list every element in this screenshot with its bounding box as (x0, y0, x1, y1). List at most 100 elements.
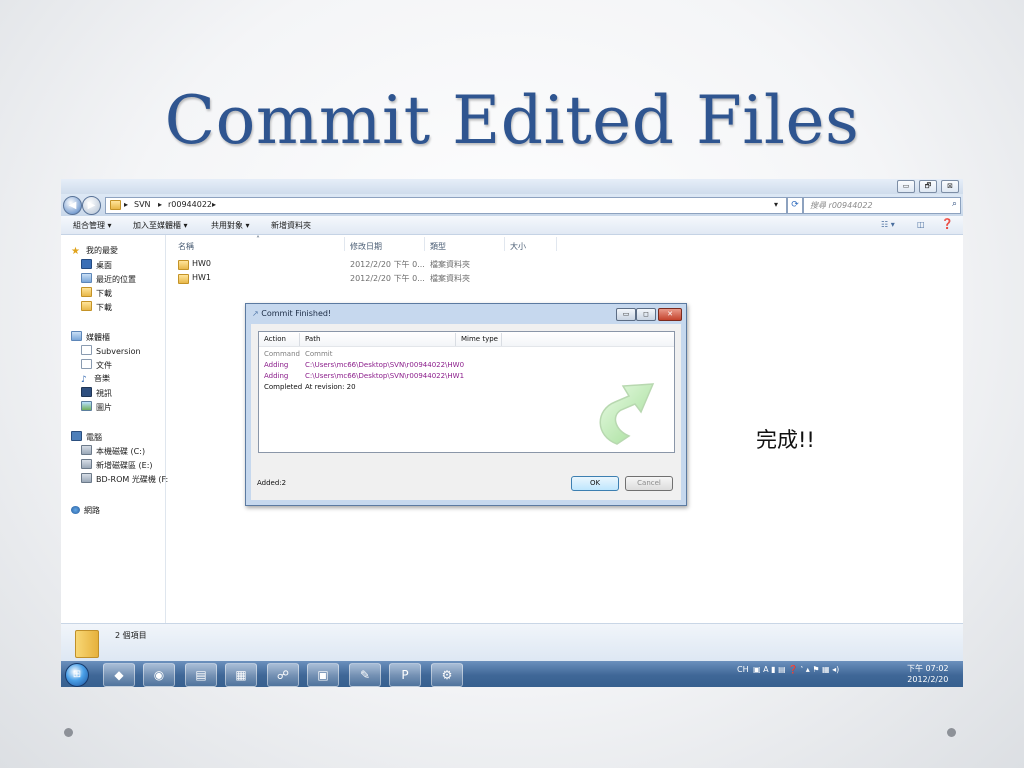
breadcrumb-svn[interactable]: SVN (134, 200, 151, 209)
details-pane: 2 個項目 (61, 623, 963, 662)
nav-item-recent[interactable]: 最近的位置 (81, 273, 136, 285)
nav-computer[interactable]: 電腦 (71, 431, 102, 443)
explorer-icon[interactable]: ▤ (185, 663, 217, 687)
file-name: HW1 (192, 273, 212, 282)
refresh-button[interactable]: ⟳ (787, 197, 803, 214)
column-header-action[interactable]: Action (264, 335, 286, 343)
network-tool-icon[interactable]: ⚙ (431, 663, 463, 687)
column-header-size[interactable]: 大小 (510, 241, 526, 252)
commit-results-table[interactable]: Action Path Mime type Command Commit Add… (258, 331, 675, 453)
nav-item-videos[interactable]: 視訊 (81, 387, 112, 399)
breadcrumb-r00944022[interactable]: r00944022 (168, 200, 212, 209)
breadcrumb-separator: ▸ (212, 200, 217, 209)
start-button[interactable]: ⊞ (65, 663, 89, 687)
column-divider (299, 333, 300, 346)
input-language-indicator[interactable]: CH (737, 665, 749, 674)
folder-icon (110, 200, 125, 211)
powerpoint-icon[interactable]: P (389, 663, 421, 687)
added-count: Added:2 (257, 479, 287, 487)
nav-item-downloads[interactable]: 下載 (81, 287, 112, 299)
action-cell: Command (264, 350, 300, 358)
music-icon: ♪ (81, 375, 87, 385)
nav-item-subversion[interactable]: Subversion (81, 345, 141, 356)
dialog-close-button[interactable]: ✕ (658, 308, 682, 321)
bullet-dot (64, 728, 73, 737)
dialog-maximize-button[interactable]: ◻ (636, 308, 656, 321)
tray-icons[interactable]: ▣ A ▮ ▤ ❓ ‛ ▴ ⚑ ▦ ◂) (753, 665, 839, 674)
view-options-icon[interactable]: ☷ ▾ (881, 220, 895, 229)
search-icon[interactable]: ⌕ (952, 199, 957, 209)
nav-item-desktop[interactable]: 桌面 (81, 259, 112, 271)
nav-item-documents[interactable]: 文件 (81, 359, 112, 371)
nav-item-drive-f[interactable]: BD-ROM 光碟機 (F: (81, 473, 168, 485)
file-row[interactable]: HW0 2012/2/20 下午 0... 檔案資料夾 (166, 258, 566, 271)
table-row: Completed At revision: 20 (259, 382, 559, 393)
close-button[interactable]: ⊠ (941, 180, 959, 193)
dialog-body: Action Path Mime type Command Commit Add… (251, 324, 681, 500)
table-row: Adding C:\Users\mc66\Desktop\SVN\r009440… (259, 360, 559, 371)
library-icon (81, 345, 92, 355)
new-folder-button[interactable]: 新增資料夾 (271, 220, 311, 231)
column-header-path[interactable]: Path (305, 335, 320, 343)
file-row[interactable]: HW1 2012/2/20 下午 0... 檔案資料夾 (166, 272, 566, 285)
column-header-type[interactable]: 類型 (430, 241, 446, 252)
ok-button[interactable]: OK (571, 476, 619, 491)
star-icon: ★ (71, 246, 80, 257)
remote-desktop-icon[interactable]: ▣ (307, 663, 339, 687)
computer-icon (71, 431, 82, 441)
library-icon (71, 331, 82, 341)
clock[interactable]: 下午 07:02 2012/2/20 (907, 663, 949, 685)
back-button[interactable]: ◀ (63, 196, 82, 215)
file-type: 檔案資料夾 (430, 274, 470, 283)
network-icon[interactable]: ☍ (267, 663, 299, 687)
file-type: 檔案資料夾 (430, 260, 470, 269)
svn-icon: ↗ (252, 309, 259, 318)
maximize-button[interactable]: 🗗 (919, 180, 937, 193)
clock-time: 下午 07:02 (907, 664, 949, 673)
task-manager-icon[interactable]: ▦ (225, 663, 257, 687)
firefox-icon[interactable]: ◉ (143, 663, 175, 687)
nav-item-drive-c[interactable]: 本機磁碟 (C:) (81, 445, 145, 457)
nav-item-downloads-2[interactable]: 下載 (81, 301, 112, 313)
optical-drive-icon (81, 473, 92, 483)
share-with-menu[interactable]: 共用對象 ▾ (211, 220, 250, 231)
recent-places-icon (81, 273, 92, 283)
action-cell: Adding (264, 372, 289, 380)
address-dropdown-icon[interactable]: ▾ (774, 200, 778, 209)
commit-finished-dialog: ↗ Commit Finished! ▭ ◻ ✕ Action Path Mim… (245, 303, 687, 506)
document-icon (81, 359, 92, 369)
dialog-minimize-button[interactable]: ▭ (616, 308, 636, 321)
address-bar[interactable]: ▸ SVN ▸ r00944022 ▸ ▾ (105, 197, 787, 214)
column-header-mime-type[interactable]: Mime type (461, 335, 498, 343)
forward-button[interactable]: ▶ (82, 196, 101, 215)
nav-item-music[interactable]: ♪ 音樂 (81, 373, 110, 385)
bullet-dot (947, 728, 956, 737)
help-icon[interactable]: ❓ (941, 219, 953, 230)
preview-pane-icon[interactable]: ◫ (917, 220, 925, 229)
nav-libraries[interactable]: 媒體櫃 (71, 331, 110, 343)
address-bar-row: ◀ ▶ ▸ SVN ▸ r00944022 ▸ ▾ ⟳ 搜尋 r00944022… (61, 194, 963, 216)
slide-title: Commit Edited Files (164, 82, 860, 159)
nav-item-drive-e[interactable]: 新增磁碟區 (E:) (81, 459, 153, 471)
drive-icon (81, 459, 92, 469)
column-header-name[interactable]: 名稱 (178, 241, 194, 252)
folder-icon (75, 630, 99, 658)
search-input[interactable]: 搜尋 r00944022 ⌕ (803, 197, 961, 214)
nav-favorites[interactable]: ★ 我的最愛 (71, 245, 118, 257)
column-header-date[interactable]: 修改日期 (350, 241, 382, 252)
column-divider (455, 333, 456, 346)
breadcrumb-separator: ▸ (124, 200, 129, 209)
minimize-button[interactable]: ▭ (897, 180, 915, 193)
cancel-button[interactable]: Cancel (625, 476, 673, 491)
picasa-icon[interactable]: ◆ (103, 663, 135, 687)
path-cell: At revision: 20 (305, 383, 356, 391)
include-in-library-menu[interactable]: 加入至媒體櫃 ▾ (133, 220, 188, 231)
column-divider (344, 237, 345, 251)
organize-menu[interactable]: 組合管理 ▾ (73, 220, 112, 231)
paint-icon[interactable]: ✎ (349, 663, 381, 687)
nav-network[interactable]: 網路 (71, 505, 100, 516)
path-cell: C:\Users\mc66\Desktop\SVN\r00944022\HW1 (305, 372, 465, 380)
nav-item-pictures[interactable]: 圖片 (81, 401, 112, 413)
taskbar: ⊞ ◆ ◉ ▤ ▦ ☍ ▣ ✎ P ⚙ CH ▣ A ▮ ▤ ❓ ‛ ▴ ⚑ ▦… (61, 661, 963, 687)
picture-icon (81, 401, 92, 411)
